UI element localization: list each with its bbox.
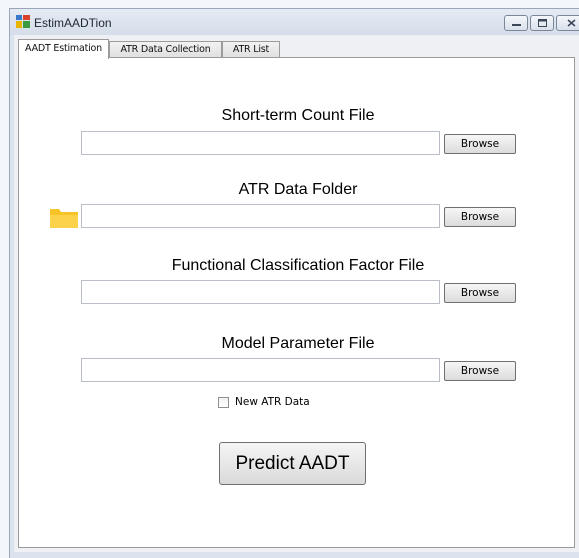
model-parameter-label: Model Parameter File (221, 335, 375, 352)
functional-classification-label: Functional Classification Factor File (171, 257, 425, 274)
tab-atr-data-collection[interactable]: ATR Data Collection (109, 41, 222, 57)
atr-data-folder-field[interactable] (81, 204, 440, 228)
window-title: EstimAADTion (34, 16, 112, 30)
short-term-count-field[interactable] (81, 131, 440, 155)
short-term-count-label: Short-term Count File (221, 107, 375, 124)
new-atr-data-checkbox[interactable] (218, 397, 229, 408)
aadt-estimation-panel: Short-term Count File Browse ATR Data Fo… (18, 57, 575, 548)
minimize-button[interactable] (504, 15, 528, 31)
maximize-button[interactable] (530, 15, 554, 31)
model-parameter-browse-button[interactable]: Browse (444, 361, 516, 381)
short-term-browse-button[interactable]: Browse (444, 134, 516, 154)
tab-aadt-estimation[interactable]: AADT Estimation (18, 39, 109, 59)
close-button[interactable] (556, 15, 579, 31)
maximize-icon (538, 19, 547, 27)
predict-aadt-button[interactable]: Predict AADT (219, 442, 366, 485)
functional-classification-field[interactable] (81, 280, 440, 304)
model-parameter-field[interactable] (81, 358, 440, 382)
atr-folder-browse-button[interactable]: Browse (444, 207, 516, 227)
atr-data-folder-label: ATR Data Folder (238, 181, 358, 198)
new-atr-data-label[interactable]: New ATR Data (235, 396, 310, 408)
app-icon (16, 15, 30, 28)
close-icon (567, 19, 576, 27)
client-area: AADT Estimation ATR Data Collection ATR … (14, 35, 579, 552)
functional-browse-button[interactable]: Browse (444, 283, 516, 303)
title-bar[interactable]: EstimAADTion (10, 9, 579, 35)
app-window: EstimAADTion AADT Estimation ATR Data Co… (9, 8, 579, 558)
minimize-icon (512, 24, 521, 26)
folder-icon[interactable] (49, 206, 79, 230)
tab-atr-list[interactable]: ATR List (222, 41, 280, 57)
